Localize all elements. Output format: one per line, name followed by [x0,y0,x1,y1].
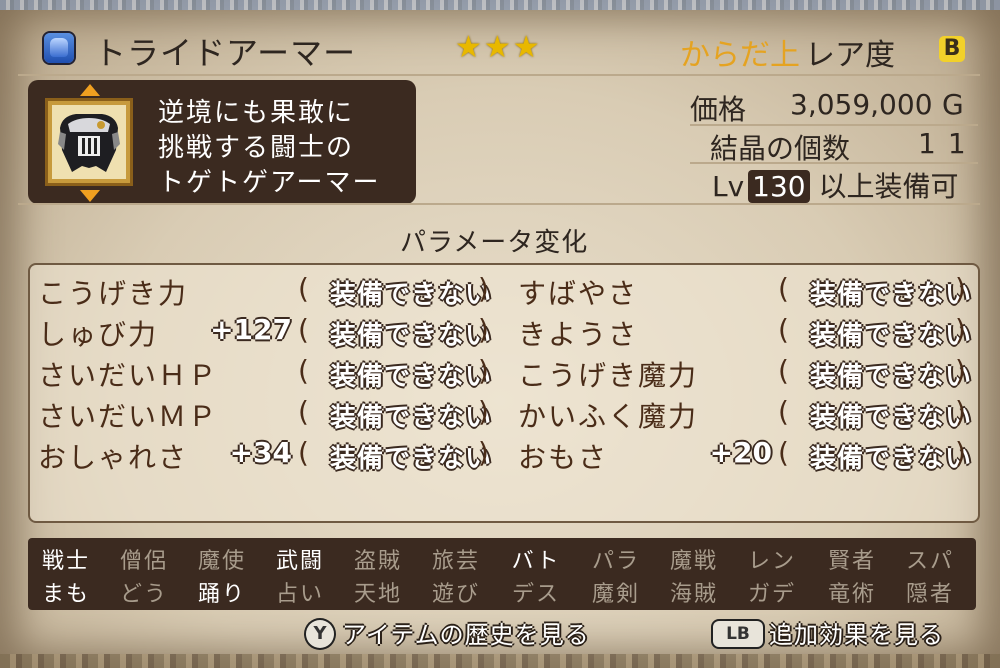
parameter-delta: +20 [709,436,772,469]
description-line-1: 逆境にも果敢に [158,98,355,128]
star-rating: ★★★ [455,30,542,65]
level-prefix: Lv [712,170,745,203]
header-divider [18,74,980,76]
job-label: ガデ [747,582,796,607]
job-label: まも [41,582,90,607]
armor-category-icon [44,33,74,63]
parameter-row: おもさ +20( 装備できない) [0,436,1000,476]
price-value: 3,059,000 [790,88,933,121]
job-label: パラ [591,549,640,574]
parameter-value: 装備できない [810,403,973,433]
price-unit: G [942,88,964,121]
item-name: トライドアーマー [94,34,357,72]
close-paren: ) [955,354,966,387]
job-label: 隠者 [905,582,954,607]
view-extra-effects-button[interactable]: 追加効果を見る [769,615,944,650]
job-label: 竜術 [827,582,876,607]
job-label: スパ [905,549,954,574]
job-label: 旅芸 [431,549,480,574]
required-level: Lv 130 以上装備可 [712,165,959,205]
close-paren: ) [955,272,966,305]
parameter-value: 装備できない [810,321,973,351]
job-label: レン [747,549,796,574]
job-label: 魔剣 [591,582,640,607]
view-history-button[interactable]: アイテムの歴史を見る [342,615,590,650]
job-label: 武闘 [275,549,324,574]
parameter-row: かいふく魔力 ( 装備できない) [0,395,1000,435]
description-line-2: 挑戦する闘士の [158,133,355,163]
scroll-down-arrow-icon[interactable] [80,190,100,202]
panel-bottom-edge [0,654,1000,668]
job-label: 天地 [353,582,402,607]
parameter-name: おもさ [518,441,609,474]
close-paren: ) [955,313,966,346]
parameter-value: 装備できない [810,444,973,474]
job-label: 海賊 [669,582,718,607]
parameter-name: きようさ [518,318,639,351]
open-paren: ( [778,272,789,305]
panel-top-edge [0,0,1000,10]
stats-divider-2 [690,162,978,164]
equipment-slot: からだ上 [680,38,800,73]
parameter-section-title: パラメータ変化 [400,228,589,258]
parameter-name: すばやさ [518,277,639,310]
scroll-up-arrow-icon[interactable] [80,84,100,96]
level-suffix: 以上装備可 [818,170,959,203]
job-label: 魔使 [197,549,246,574]
parameter-name: こうげき魔力 [518,359,699,392]
description-line-3: トゲトゲアーマー [158,168,381,198]
lb-button-icon[interactable]: LB [713,621,763,647]
parameter-row: きようさ ( 装備できない) [0,313,1000,353]
job-label: 盗賊 [353,549,402,574]
y-button-icon[interactable]: Y [306,620,334,648]
open-paren: ( [778,313,789,346]
job-label: 占い [275,582,324,607]
close-paren: ) [955,395,966,428]
parameter-value: 装備できない [810,362,973,392]
job-label: どう [119,582,168,607]
job-label: 戦士 [41,549,90,574]
parameter-row: すばやさ ( 装備できない) [0,272,1000,312]
parameter-row: こうげき魔力 ( 装備できない) [0,354,1000,394]
rarity-label: レア度 [805,38,895,73]
rarity-grade-badge: B [939,36,965,62]
job-label: 魔戦 [669,549,718,574]
job-label: 遊び [431,582,480,607]
close-paren: ) [955,436,966,469]
parameter-value: 装備できない [810,280,973,310]
parameter-name: かいふく魔力 [518,400,699,433]
armor-thumbnail-icon [58,114,120,172]
job-label: バト [511,549,561,574]
job-label: 僧侶 [119,549,168,574]
job-label: 賢者 [827,549,876,574]
open-paren: ( [778,354,789,387]
open-paren: ( [778,436,789,469]
crystal-count-label: 結晶の個数 [710,132,851,165]
level-value: 130 [748,170,810,203]
open-paren: ( [778,395,789,428]
stats-divider-3 [18,203,980,205]
job-label: 踊り [197,582,246,607]
price-label: 価格 [690,93,747,126]
crystal-count-value: 11 [918,127,978,160]
stats-divider-1 [690,124,978,126]
job-label: デス [511,582,560,607]
